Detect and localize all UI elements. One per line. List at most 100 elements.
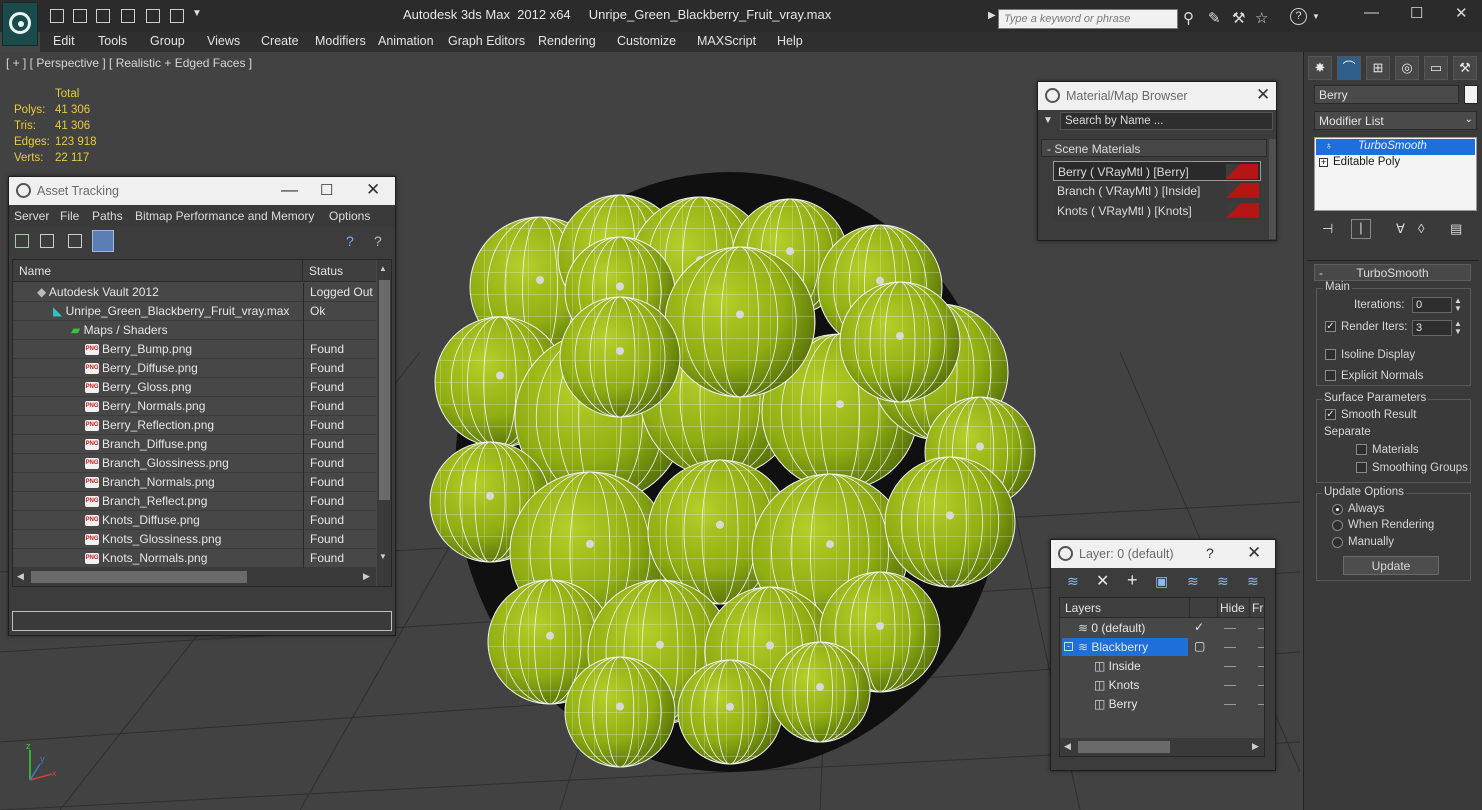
asset-menu-file[interactable]: File — [60, 209, 79, 223]
layer-close-icon[interactable]: ✕ — [1247, 543, 1261, 563]
menu-graph-editors[interactable]: Graph Editors — [448, 34, 525, 48]
material-browser-close-icon[interactable]: ✕ — [1256, 85, 1270, 105]
material-item-berry[interactable]: Berry ( VRayMtl ) [Berry] — [1053, 161, 1261, 181]
render-iters-spinner-arrows-icon[interactable]: ▲ ▼ — [1454, 320, 1462, 336]
hide-column-header[interactable]: Hide — [1218, 598, 1250, 618]
layer-current-column-header[interactable] — [1190, 598, 1218, 618]
table-view-icon[interactable] — [92, 230, 114, 252]
layer-freeze-toggle-icon[interactable] — [1258, 647, 1264, 648]
iterations-spinner-arrows-icon[interactable]: ▲ ▼ — [1454, 297, 1462, 313]
layer-manager-window[interactable]: Layer: 0 (default) ? ✕ ≋ ✕ + ▣ ≋ ≋ ≋ Lay… — [1050, 539, 1276, 771]
layers-column-header[interactable]: Layers — [1060, 598, 1190, 618]
layer-hide-toggle-icon[interactable] — [1224, 704, 1236, 705]
layer-list[interactable]: Layers Hide Fr ≋ 0 (default) ✓ - ≋ Blackber… — [1059, 597, 1265, 757]
explicit-normals-checkbox[interactable] — [1325, 370, 1336, 381]
add-to-layer-icon[interactable]: + — [1127, 570, 1138, 591]
asset-tracking-titlebar[interactable]: Asset Tracking — ☐ ✕ — [9, 177, 395, 205]
binoculars-icon[interactable]: ⚲ — [1183, 9, 1194, 27]
menu-edit[interactable]: Edit — [53, 34, 75, 48]
help-icon[interactable]: ? — [1290, 8, 1307, 25]
layer-hide-toggle-icon[interactable] — [1224, 666, 1236, 667]
asset-close-icon[interactable]: ✕ — [366, 180, 380, 200]
blackberry-model[interactable] — [429, 172, 1036, 772]
create-tab-icon[interactable]: ✸ — [1308, 56, 1332, 80]
layer-freeze-toggle-icon[interactable] — [1258, 704, 1264, 705]
hierarchy-tab-icon[interactable]: ⊞ — [1366, 56, 1390, 80]
wrench-icon[interactable]: ✎ — [1208, 9, 1221, 27]
separate-smoothing-groups-checkbox[interactable] — [1356, 462, 1367, 473]
minimize-icon[interactable]: — — [1364, 4, 1379, 21]
asset-menu-server[interactable]: Server — [14, 209, 49, 223]
render-iters-spinner[interactable]: 3 — [1412, 320, 1452, 336]
menu-rendering[interactable]: Rendering — [538, 34, 596, 48]
stack-item-editable-poly[interactable]: Editable Poly — [1333, 156, 1400, 168]
asset-row[interactable]: PNG Branch_Glossiness.png Found — [13, 454, 376, 473]
asset-row[interactable]: PNG Berry_Normals.png Found — [13, 397, 376, 416]
modifier-on-bulb-icon[interactable]: ♁ — [1325, 141, 1333, 152]
save-file-icon[interactable] — [96, 9, 110, 23]
exchange-icon[interactable]: ⚒ — [1232, 9, 1245, 27]
modify-tab-icon[interactable]: ⌒ — [1337, 56, 1361, 80]
asset-menu-paths[interactable]: Paths — [92, 209, 123, 223]
create-layer-icon[interactable]: ≋ — [1067, 573, 1079, 590]
layer-current-indicator-icon[interactable]: ✓ — [1194, 620, 1204, 634]
asset-row[interactable]: PNG Branch_Reflect.png Found — [13, 492, 376, 511]
viewport-label[interactable]: [ + ] [ Perspective ] [ Realistic + Edge… — [6, 56, 252, 70]
pin-stack-icon[interactable]: ⊣ — [1322, 221, 1333, 237]
open-file-icon[interactable] — [73, 9, 87, 23]
layer-row[interactable]: ◫ Berry — [1060, 695, 1264, 714]
utilities-tab-icon[interactable]: ⚒ — [1453, 56, 1477, 80]
layer-hide-toggle-icon[interactable] — [1224, 685, 1236, 686]
asset-help-icon[interactable]: ? — [346, 233, 354, 249]
show-end-result-icon[interactable]: | — [1351, 219, 1371, 239]
redo-icon[interactable] — [146, 9, 160, 23]
select-objects-icon[interactable]: ▣ — [1155, 573, 1168, 590]
layer-hide-toggle-icon[interactable] — [1224, 628, 1236, 629]
update-button[interactable]: Update — [1343, 556, 1439, 575]
object-color-swatch[interactable] — [1464, 85, 1478, 104]
separate-materials-checkbox[interactable] — [1356, 444, 1367, 455]
layer-freeze-toggle-icon[interactable] — [1258, 685, 1264, 686]
stack-item-turbosmooth[interactable]: TurboSmooth — [1316, 139, 1475, 155]
modifier-list-dropdown[interactable]: Modifier List ⌄ — [1314, 111, 1477, 130]
asset-vertical-scrollbar[interactable]: ▲ ▼ — [377, 260, 391, 586]
scroll-down-icon[interactable]: ▼ — [379, 552, 387, 561]
object-name-field[interactable]: Berry — [1314, 85, 1459, 104]
layer-freeze-toggle-icon[interactable] — [1258, 666, 1264, 667]
keyword-search-input[interactable]: Type a keyword or phrase — [998, 9, 1178, 29]
isoline-display-checkbox[interactable] — [1325, 349, 1336, 360]
close-icon[interactable]: ✕ — [1455, 4, 1468, 22]
highlight-layer-icon[interactable]: ≋ — [1187, 573, 1199, 590]
material-item-knots[interactable]: Knots ( VRayMtl ) [Knots] — [1053, 201, 1261, 221]
menu-maxscript[interactable]: MAXScript — [697, 34, 756, 48]
menu-help[interactable]: Help — [777, 34, 803, 48]
material-item-branch[interactable]: Branch ( VRayMtl ) [Inside] — [1053, 181, 1261, 201]
scene-materials-header[interactable]: - Scene Materials — [1041, 139, 1267, 157]
asset-context-help-icon[interactable]: ? — [374, 233, 382, 249]
material-search-input[interactable]: Search by Name ... — [1060, 112, 1273, 130]
freeze-all-layers-icon[interactable]: ≋ — [1247, 573, 1259, 590]
layer-hide-toggle-icon[interactable] — [1224, 647, 1236, 648]
layer-row[interactable]: ◫ Inside — [1060, 657, 1264, 676]
menu-group[interactable]: Group — [150, 34, 185, 48]
refresh-icon[interactable] — [15, 234, 29, 248]
layer-help-icon[interactable]: ? — [1206, 545, 1214, 561]
scroll-left-icon[interactable]: ◀ — [17, 571, 24, 582]
asset-row[interactable]: PNG Knots_Glossiness.png Found — [13, 530, 376, 549]
display-tab-icon[interactable]: ▭ — [1424, 56, 1448, 80]
asset-row[interactable]: ◆ Autodesk Vault 2012 Logged Out — [13, 283, 376, 302]
iterations-spinner[interactable]: 0 — [1412, 297, 1452, 313]
asset-tracking-window[interactable]: Asset Tracking — ☐ ✕ Server File Paths B… — [8, 176, 396, 636]
layer-manager-titlebar[interactable]: Layer: 0 (default) ? ✕ — [1051, 540, 1275, 568]
update-manually-radio[interactable] — [1332, 537, 1343, 548]
column-name-header[interactable]: Name — [13, 260, 303, 282]
quick-access-dropdown-icon[interactable]: ▼ — [192, 8, 202, 19]
make-unique-icon[interactable]: ∀ — [1396, 221, 1405, 237]
stack-expand-icon[interactable]: + — [1319, 158, 1328, 167]
asset-row[interactable]: PNG Branch_Normals.png Found — [13, 473, 376, 492]
help-dropdown-icon[interactable]: ▼ — [1312, 12, 1320, 21]
layer-horizontal-scrollbar[interactable]: ◀ ▶ — [1060, 738, 1264, 756]
menu-views[interactable]: Views — [207, 34, 240, 48]
layer-row[interactable]: - ≋ Blackberry ▢ — [1060, 638, 1264, 657]
scroll-right-icon[interactable]: ▶ — [363, 571, 370, 582]
